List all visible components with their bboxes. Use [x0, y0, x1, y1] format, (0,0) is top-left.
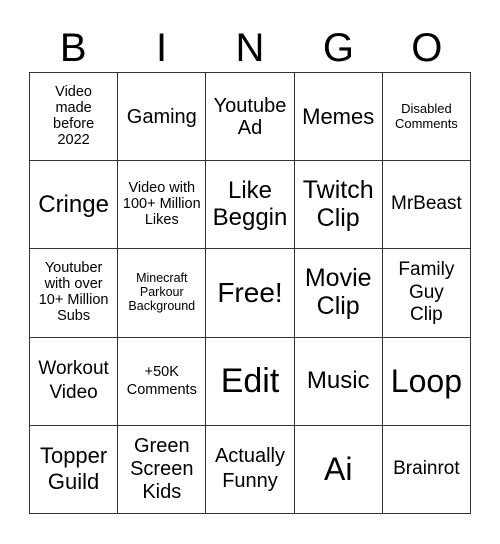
bingo-cell[interactable]: Topper Guild — [30, 425, 119, 514]
cell-label: Green Screen Kids — [130, 434, 194, 503]
bingo-cell[interactable]: Family Guy Clip — [382, 249, 471, 338]
bingo-cell[interactable]: Gaming — [118, 73, 207, 162]
cell-label: Youtuber with over 10+ Million Subs — [38, 260, 109, 324]
bingo-cell[interactable]: Video made before 2022 — [30, 73, 119, 162]
cell-label: Ai — [323, 450, 353, 487]
cell-label: Disabled Comments — [394, 101, 458, 131]
bingo-cell[interactable]: Disabled Comments — [382, 73, 471, 162]
bingo-cell[interactable]: Cringe — [30, 161, 119, 250]
cell-label: Gaming — [126, 105, 197, 128]
cell-label: Twitch Clip — [302, 176, 374, 232]
bingo-cell[interactable]: Loop — [382, 337, 471, 426]
bingo-cell[interactable]: Brainrot — [382, 425, 471, 514]
bingo-cell[interactable]: Movie Clip — [294, 249, 383, 338]
cell-label: Like Beggin — [212, 177, 288, 231]
cell-label: Youtube Ad — [213, 94, 287, 139]
bingo-cell[interactable]: Memes — [294, 73, 383, 162]
cell-label: Memes — [302, 103, 375, 129]
cell-label: Movie Clip — [304, 264, 372, 320]
bingo-cell[interactable]: Workout Video — [30, 337, 119, 426]
cell-label: Edit — [220, 361, 280, 400]
header-letter-b: B — [59, 26, 87, 70]
cell-label: Workout Video — [38, 358, 109, 404]
free-space-label: Free! — [217, 276, 283, 308]
bingo-cell[interactable]: Minecraft Parkour Background — [118, 249, 207, 338]
bingo-cell[interactable]: Actually Funny — [206, 425, 295, 514]
bingo-cell[interactable]: Youtuber with over 10+ Million Subs — [30, 249, 119, 338]
bingo-cell[interactable]: Music — [294, 337, 383, 426]
bingo-cell[interactable]: Youtube Ad — [206, 73, 295, 162]
cell-label: Video made before 2022 — [53, 83, 95, 148]
header-letter-o: O — [411, 26, 443, 70]
cell-label: Cringe — [38, 190, 109, 218]
cell-label: Music — [306, 367, 370, 394]
bingo-cell[interactable]: Ai — [294, 425, 383, 514]
bingo-cell[interactable]: Twitch Clip — [294, 161, 383, 250]
cell-label: Family Guy Clip — [398, 258, 455, 326]
bingo-cell[interactable]: MrBeast — [382, 161, 471, 250]
cell-label: Minecraft Parkour Background — [128, 271, 196, 313]
header-letter-i: I — [156, 26, 168, 70]
cell-label: Topper Guild — [39, 443, 108, 495]
bingo-cell[interactable]: Video with 100+ Million Likes — [118, 161, 207, 250]
bingo-board: Video made before 2022 Gaming Youtube Ad… — [29, 72, 471, 514]
cell-label: MrBeast — [391, 193, 462, 215]
cell-label: Loop — [390, 362, 462, 399]
header-letter-n: N — [235, 26, 265, 70]
bingo-cell[interactable]: Free! — [206, 249, 295, 338]
cell-label: Brainrot — [393, 457, 460, 479]
bingo-header: B I N G O — [29, 20, 471, 72]
cell-label: +50K Comments — [126, 364, 197, 399]
bingo-cell[interactable]: +50K Comments — [118, 337, 207, 426]
bingo-cell[interactable]: Green Screen Kids — [118, 425, 207, 514]
bingo-cell[interactable]: Edit — [206, 337, 295, 426]
cell-label: Actually Funny — [214, 445, 285, 493]
header-letter-g: G — [322, 26, 354, 70]
cell-label: Video with 100+ Million Likes — [122, 179, 201, 228]
bingo-cell[interactable]: Like Beggin — [206, 161, 295, 250]
